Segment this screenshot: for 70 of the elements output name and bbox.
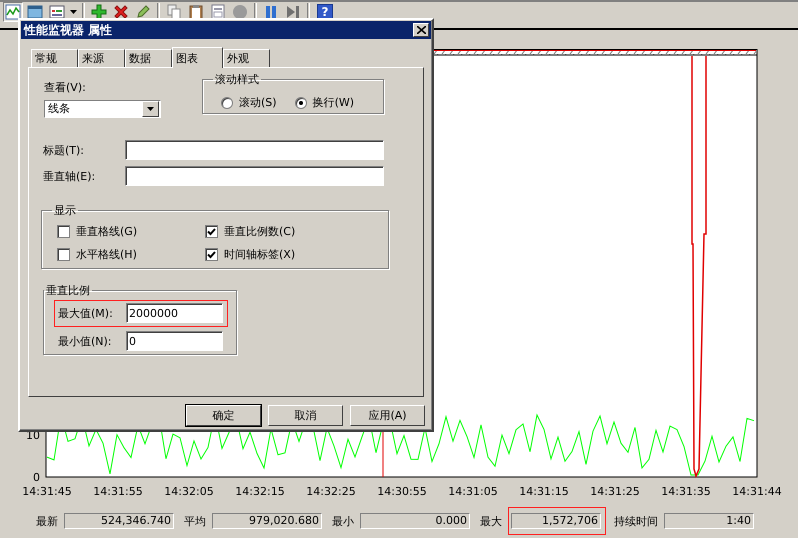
stat-value: 1,572,706: [511, 513, 601, 529]
tab[interactable]: 外观: [223, 49, 270, 67]
radio-label: 换行(W): [312, 95, 354, 110]
time-label: 14:31:25: [590, 485, 640, 498]
chart-button[interactable]: [3, 2, 23, 22]
radio-label: 滚动(S): [239, 95, 277, 110]
window-icon: [27, 4, 43, 20]
time-label: 14:30:55: [377, 485, 427, 498]
input-field[interactable]: [125, 140, 384, 160]
checkbox[interactable]: [205, 248, 218, 261]
field-label: 标题(T):: [43, 142, 86, 158]
checkbox[interactable]: [57, 248, 70, 261]
check-icon: [207, 228, 216, 236]
stat-label: 最大: [480, 514, 502, 528]
tab[interactable]: 数据: [125, 49, 172, 67]
checkbox-label: 垂直比例数(C): [224, 224, 296, 239]
dialog-button[interactable]: 确定: [186, 405, 261, 426]
time-label: 14:31:15: [519, 485, 569, 498]
delete-icon: [113, 4, 129, 20]
group-title: 显示: [53, 203, 77, 218]
checkbox[interactable]: [57, 225, 70, 238]
time-label: 14:31:35: [661, 485, 711, 498]
time-label: 14:31:45: [22, 485, 72, 498]
axis-tick-label: 0: [33, 471, 40, 484]
input-field[interactable]: [125, 166, 384, 186]
stat-label: 平均: [184, 514, 206, 528]
time-label: 14:32:15: [235, 485, 285, 498]
dialog-button[interactable]: 应用(A): [350, 405, 425, 426]
checkbox-label: 垂直格线(G): [76, 224, 138, 239]
stat-value: 1:40: [664, 513, 754, 529]
dropdown-button[interactable]: [142, 101, 159, 117]
field-label: 最小值(N):: [58, 334, 113, 348]
stat-value: 979,020.680: [212, 513, 322, 529]
stat-label: 最新: [36, 514, 58, 528]
stop-icon: [232, 4, 248, 20]
input-field[interactable]: 2000000: [126, 303, 223, 323]
tab[interactable]: 常规: [31, 49, 78, 67]
checkbox-label: 水平格线(H): [76, 247, 137, 262]
input-field[interactable]: 0: [126, 331, 223, 351]
stat-label: 最小: [332, 514, 354, 528]
plus-icon: [91, 4, 107, 20]
step-icon: [285, 4, 301, 20]
time-label: 14:31:44: [732, 485, 782, 498]
tab[interactable]: 图表: [172, 47, 223, 68]
close-icon: [416, 26, 426, 34]
caret-icon: [70, 10, 77, 14]
stat-value: 0.000: [360, 513, 470, 529]
tab[interactable]: 来源: [78, 49, 125, 67]
time-label: 14:32:05: [164, 485, 214, 498]
caret-icon: [147, 107, 154, 111]
close-button[interactable]: [413, 23, 429, 37]
view-dropdown[interactable]: 线条: [44, 100, 161, 118]
group-title: 滚动样式: [214, 72, 260, 87]
field-label: 查看(V):: [44, 80, 87, 95]
check-icon: [207, 250, 216, 258]
pause-icon: [263, 4, 279, 20]
group-title: 垂直比例: [45, 283, 91, 298]
dialog-title: 性能监视器 属性: [24, 22, 112, 38]
radio-button[interactable]: [294, 96, 307, 108]
stat-label: 持续时间: [614, 514, 658, 528]
field-label: 垂直轴(E):: [43, 168, 96, 184]
time-label: 14:31:05: [448, 485, 498, 498]
stat-value: 524,346.740: [64, 513, 174, 529]
dialog-button[interactable]: 取消: [268, 405, 343, 426]
checkbox-label: 时间轴标签(X): [224, 247, 296, 262]
checkbox[interactable]: [205, 225, 218, 238]
field-label: 最大值(M):: [58, 306, 114, 320]
time-label: 14:31:55: [93, 485, 143, 498]
time-label: 14:32:25: [306, 485, 356, 498]
radio-button[interactable]: [221, 96, 233, 108]
